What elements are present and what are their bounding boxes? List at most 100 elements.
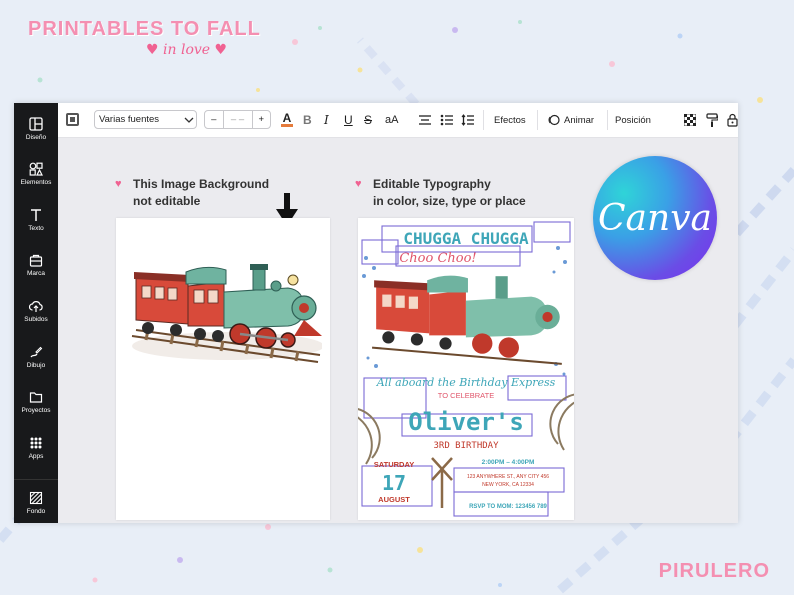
line-spacing-icon	[461, 114, 474, 126]
italic-button[interactable]: I	[324, 103, 329, 137]
sidebar-item-label: Diseño	[25, 134, 47, 141]
note-line: not editable	[133, 194, 201, 208]
sidebar-item-label: Fondo	[26, 508, 46, 515]
shapes-icon	[29, 162, 43, 176]
animate-icon	[548, 114, 560, 126]
footer-brand: PIRULERO	[658, 560, 770, 582]
sidebar-item-brand[interactable]: Marca	[14, 253, 58, 277]
brand-logo: PRINTABLES TO FALL ♥ in love ♥	[28, 18, 261, 58]
list-button[interactable]	[440, 103, 454, 137]
sidebar-divider	[14, 479, 58, 480]
bold-button[interactable]: B	[303, 103, 312, 137]
text-color-button[interactable]: A	[280, 103, 294, 137]
apps-icon	[30, 437, 42, 449]
transparency-icon	[684, 114, 696, 126]
sidebar-item-label: Marca	[26, 270, 46, 277]
font-select[interactable]: Varias fuentes	[94, 110, 197, 129]
color-swatch-button[interactable]	[66, 113, 79, 126]
train-illustration	[131, 264, 322, 363]
brand-subtitle: ♥ in love ♥	[146, 42, 227, 58]
heart-icon: ♥	[115, 178, 122, 190]
sidebar-item-label: Elementos	[20, 179, 52, 186]
animate-button[interactable]: Animar	[548, 103, 594, 137]
spacing-button[interactable]	[461, 103, 475, 137]
bold-icon: B	[303, 113, 312, 127]
sidebar-item-label: Texto	[28, 225, 44, 232]
text-icon	[31, 209, 41, 221]
invite-birthday[interactable]: 3RD BIRTHDAY	[433, 441, 499, 451]
position-label: Posición	[615, 114, 651, 126]
strikethrough-icon: S	[364, 113, 373, 127]
folder-icon	[29, 392, 43, 403]
sidebar-item-projects[interactable]: Proyectos	[14, 390, 58, 414]
position-button[interactable]: Posición	[615, 103, 651, 137]
sidebar-item-label: Dibujo	[26, 362, 46, 369]
invite-address2[interactable]: NEW YORK, CA 12334	[482, 482, 534, 488]
note-background: ♥ This Image Background not editable	[115, 176, 270, 210]
canva-logo-text: Canva	[598, 197, 712, 239]
sidebar-item-elements[interactable]: Elementos	[14, 162, 58, 186]
font-select-value: Varias fuentes	[99, 114, 160, 125]
page-background-only[interactable]	[116, 218, 330, 520]
note-line: This Image Background	[133, 177, 270, 191]
case-label: aA	[385, 114, 399, 126]
strikethrough-button[interactable]: S	[364, 103, 372, 137]
text-toolbar: Varias fuentes – – – + A B I U S aA Efec…	[58, 103, 738, 138]
toolbar-divider	[537, 110, 538, 130]
note-line: in color, size, type or place	[373, 194, 526, 208]
sidebar-item-design[interactable]: Diseño	[14, 117, 58, 141]
paint-roller-icon	[706, 113, 718, 127]
size-increase-button[interactable]: +	[253, 114, 271, 125]
underline-button[interactable]: U	[344, 103, 353, 137]
page-invitation[interactable]: CHUGGA CHUGGA Choo Choo! All aboard the …	[358, 218, 574, 520]
svg-text:A: A	[283, 111, 292, 125]
effects-label: Efectos	[494, 114, 526, 126]
brand-subtitle-text: in love	[163, 42, 211, 58]
underline-icon: U	[344, 113, 353, 127]
transparency-button[interactable]	[684, 103, 696, 137]
sidebar-item-apps[interactable]: Apps	[14, 436, 58, 460]
effects-button[interactable]: Efectos	[494, 103, 526, 137]
animate-label: Animar	[564, 114, 595, 126]
copy-style-button[interactable]	[706, 103, 718, 137]
lock-icon	[727, 113, 738, 127]
editor-window: Diseño Elementos Texto Marca Subidos Dib…	[14, 103, 738, 523]
note-typography: ♥ Editable Typography in color, size, ty…	[355, 176, 526, 210]
invite-celebrate[interactable]: TO CELEBRATE	[438, 391, 494, 400]
text-color-icon: A	[281, 111, 293, 127]
invite-headline[interactable]: CHUGGA CHUGGA	[403, 229, 529, 248]
heart-icon: ♥	[214, 42, 228, 58]
size-input[interactable]: – –	[222, 111, 253, 128]
sidebar-item-text[interactable]: Texto	[14, 208, 58, 232]
invite-address1[interactable]: 123 ANYWHERE ST., ANY CITY 456	[467, 474, 549, 480]
sidebar-item-uploads[interactable]: Subidos	[14, 299, 58, 323]
lock-button[interactable]	[727, 103, 738, 137]
bullet-list-icon	[440, 114, 453, 126]
align-center-icon	[419, 115, 431, 125]
invite-date[interactable]: 17	[382, 471, 406, 495]
chevron-down-icon	[184, 117, 194, 123]
align-button[interactable]	[418, 103, 432, 137]
layout-icon	[29, 117, 43, 131]
invitation-artwork: CHUGGA CHUGGA Choo Choo! All aboard the …	[358, 218, 574, 520]
invite-time[interactable]: 2:00PM – 4:00PM	[482, 459, 535, 466]
draw-icon	[30, 346, 43, 358]
invite-aboard[interactable]: All aboard the Birthday Express	[376, 376, 556, 389]
sidebar-item-background[interactable]: Fondo	[14, 491, 58, 515]
invite-name[interactable]: Oliver's	[408, 408, 524, 436]
sidebar-item-label: Apps	[28, 453, 44, 460]
invite-day[interactable]: SATURDAY	[374, 460, 414, 469]
background-icon	[29, 491, 43, 505]
font-size-stepper[interactable]: – – – +	[204, 110, 271, 129]
brand-title: PRINTABLES TO FALL	[28, 18, 261, 40]
case-button[interactable]: aA	[385, 103, 398, 137]
invite-month[interactable]: AUGUST	[378, 495, 410, 504]
sidebar-item-draw[interactable]: Dibujo	[14, 345, 58, 369]
invite-rsvp[interactable]: RSVP TO MOM: 123456 789	[469, 504, 547, 510]
canva-logo: Canva	[593, 156, 717, 280]
invite-sound[interactable]: Choo Choo!	[399, 251, 476, 266]
size-decrease-button[interactable]: –	[205, 114, 223, 125]
sidebar-item-label: Proyectos	[21, 407, 51, 414]
italic-icon: I	[324, 113, 329, 127]
note-line: Editable Typography	[373, 177, 491, 191]
